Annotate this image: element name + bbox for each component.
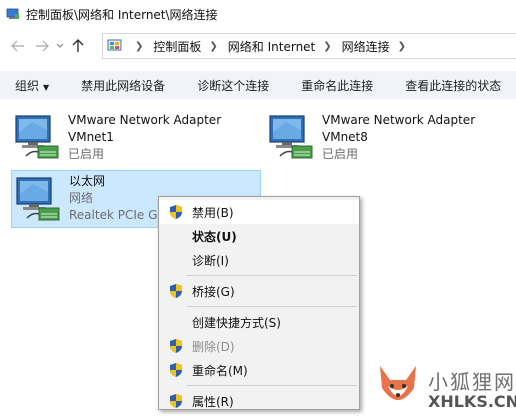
menu-item-label: 删除(D): [192, 339, 235, 354]
chevron-right-icon[interactable]: ❯: [398, 41, 406, 52]
adapter-status: 已启用: [322, 147, 359, 161]
navigation-row: ❯ 控制面板 ❯ 网络和 Internet ❯ 网络连接 ❯: [0, 30, 516, 62]
adapter-name: 以太网: [69, 174, 106, 188]
menu-item-properties[interactable]: 属性(R): [159, 389, 359, 413]
adapter-vmnet1[interactable]: VMware Network Adapter VMnet1 已启用: [12, 112, 221, 163]
adapter-status: Realtek PCIe Gb: [69, 208, 165, 222]
menu-item-delete[interactable]: 删除(D): [159, 334, 359, 358]
caret-down-icon: ▼: [43, 82, 50, 92]
control-panel-icon: [107, 39, 122, 51]
watermark-en-text: XHLKS.CN: [428, 392, 516, 411]
menu-item-diagnose[interactable]: 诊断(I): [159, 248, 359, 272]
network-connections-icon: [6, 8, 19, 19]
menu-item-label: 重命名(M): [192, 363, 248, 378]
menu-item-label: 状态(U): [192, 229, 237, 244]
menu-item-label: 桥接(G): [192, 284, 235, 299]
uac-shield-icon: [170, 205, 182, 219]
adapter-name: VMware Network Adapter: [322, 113, 476, 127]
adapter-status: 已启用: [68, 147, 105, 161]
arrow-up-icon: [72, 39, 84, 52]
chevron-right-icon[interactable]: ❯: [323, 41, 331, 52]
menu-item-rename[interactable]: 重命名(M): [159, 358, 359, 382]
menu-separator: [187, 385, 357, 386]
organize-menu[interactable]: 组织 ▼: [15, 77, 49, 94]
fox-logo-icon: [380, 366, 416, 400]
up-button[interactable]: [66, 34, 90, 58]
view-status-button[interactable]: 查看此连接的状态: [405, 77, 501, 94]
uac-shield-icon: [170, 284, 182, 298]
menu-separator: [187, 275, 357, 276]
watermark: 小狐狸网 XHLKS.CN: [374, 362, 516, 417]
forward-button[interactable]: [30, 34, 54, 58]
network-adapter-icon: [269, 115, 313, 159]
uac-shield-icon: [170, 339, 182, 353]
recent-locations-dropdown[interactable]: [54, 34, 66, 58]
adapter-device: 网络: [69, 191, 94, 205]
diagnose-button[interactable]: 诊断这个连接: [197, 77, 269, 94]
breadcrumb-network-internet[interactable]: 网络和 Internet: [228, 38, 315, 55]
window-title: 控制面板\网络和 Internet\网络连接: [26, 7, 218, 22]
address-bar[interactable]: ❯ 控制面板 ❯ 网络和 Internet ❯ 网络连接 ❯: [102, 33, 516, 59]
context-menu: 禁用(B) 状态(U) 诊断(I) 桥接(G) 创建快捷方式(S) 删除(D) …: [158, 196, 360, 410]
menu-separator: [187, 306, 357, 307]
chevron-right-icon[interactable]: ❯: [209, 41, 217, 52]
chevron-right-icon: ❯: [135, 40, 144, 52]
arrow-right-icon: [36, 40, 49, 52]
watermark-cn-text: 小狐狸网: [428, 370, 516, 394]
menu-item-label: 禁用(B): [192, 205, 234, 220]
menu-item-disable[interactable]: 禁用(B): [159, 200, 359, 224]
adapter-device: VMnet1: [68, 130, 114, 144]
organize-label: 组织: [15, 78, 40, 93]
command-toolbar: 组织 ▼ 禁用此网络设备 诊断这个连接 重命名此连接 查看此连接的状态: [0, 71, 516, 99]
menu-item-label: 诊断(I): [192, 253, 229, 268]
adapter-vmnet8[interactable]: VMware Network Adapter VMnet8 已启用: [266, 112, 475, 163]
breadcrumb-network-connections[interactable]: 网络连接: [342, 38, 390, 55]
uac-shield-icon: [170, 394, 182, 408]
menu-item-label: 属性(R): [192, 394, 234, 409]
breadcrumb-control-panel[interactable]: 控制面板: [153, 38, 201, 55]
menu-item-bridge[interactable]: 桥接(G): [159, 279, 359, 303]
menu-item-status[interactable]: 状态(U): [159, 224, 359, 248]
uac-shield-icon: [170, 363, 182, 377]
disable-device-button[interactable]: 禁用此网络设备: [81, 77, 165, 94]
title-bar: 控制面板\网络和 Internet\网络连接: [0, 0, 516, 28]
menu-item-create-shortcut[interactable]: 创建快捷方式(S): [159, 310, 359, 334]
menu-item-label: 创建快捷方式(S): [192, 315, 281, 330]
rename-button[interactable]: 重命名此连接: [301, 77, 373, 94]
chevron-down-icon: [56, 43, 64, 48]
back-button[interactable]: [6, 34, 30, 58]
adapter-device: VMnet8: [322, 130, 368, 144]
adapter-name: VMware Network Adapter: [68, 113, 222, 127]
network-adapter-icon: [15, 115, 59, 159]
arrow-left-icon: [11, 40, 24, 52]
network-adapter-icon: [16, 177, 60, 221]
